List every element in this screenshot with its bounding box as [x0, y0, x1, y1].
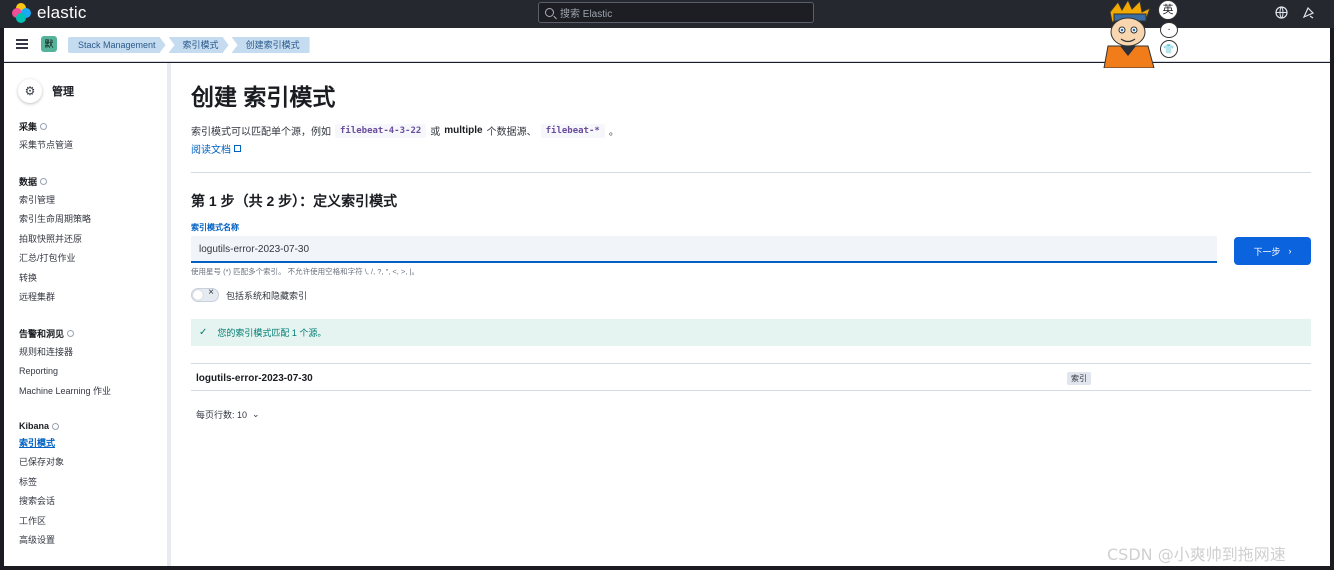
read-docs-link[interactable]: 阅读文档 [191, 141, 241, 156]
mascot-sticker-image: 英 · 👕 [1098, 0, 1180, 69]
sidebar-item-rollup-jobs[interactable]: 汇总/打包作业 [19, 252, 91, 271]
gear-icon: ⚙ [18, 79, 42, 103]
sidebar-group-kibana: Kibana 索引模式 已保存对象 标签 搜索会话 工作区 高级设置 [19, 421, 64, 553]
mascot-badge-mid: · [1160, 22, 1178, 38]
divider [191, 172, 1311, 173]
sidebar-header: ⚙ 管理 [18, 79, 74, 103]
table-row: logutils-error-2023-07-30 索引 [191, 364, 1311, 391]
space-avatar[interactable]: 默 [41, 36, 57, 52]
info-icon [52, 422, 60, 430]
input-help-text: 使用星号 (*) 匹配多个索引。 不允许使用空格和字符 \, /, ?, ", … [191, 267, 419, 276]
sidebar-title: 管理 [52, 86, 74, 98]
external-link-icon [234, 145, 241, 152]
main-content: 创建 索引模式 索引模式可以匹配单个源，例如 filebeat-4-3-22 或… [171, 63, 1330, 566]
sidebar-item-ingest-pipelines[interactable]: 采集节点管道 [19, 139, 73, 158]
management-sidebar: ⚙ 管理 采集 采集节点管道 数据 索引管理 索引生命周期策略 拍取快照并还原 … [4, 63, 167, 566]
sidebar-item-search-sessions[interactable]: 搜索会话 [19, 495, 64, 514]
help-globe-icon[interactable] [1274, 6, 1288, 20]
sidebar-group-heading: 数据 [19, 177, 38, 187]
breadcrumb: Stack Management 索引模式 创建索引模式 [68, 37, 313, 53]
index-name-cell: logutils-error-2023-07-30 [196, 373, 313, 384]
csdn-watermark: CSDN @小爽帅到拖网速 [1107, 545, 1286, 564]
sidebar-item-tags[interactable]: 标签 [19, 476, 64, 495]
sidebar-item-transforms[interactable]: 转换 [19, 272, 91, 291]
sidebar-item-ilm-policies[interactable]: 索引生命周期策略 [19, 213, 91, 232]
next-step-label: 下一步 [1253, 246, 1281, 257]
sidebar-group-ingest: 采集 采集节点管道 [19, 120, 73, 158]
info-icon [40, 123, 48, 130]
sidebar-item-reporting[interactable]: Reporting [19, 365, 111, 384]
desc-text: 索引模式可以匹配单个源，例如 [191, 127, 331, 138]
match-success-callout: ✓ 您的索引模式匹配 1 个源。 [191, 319, 1311, 346]
include-hidden-toggle-row: × 包括系统和隐藏索引 [191, 287, 308, 302]
example-code-multiple: filebeat-* [540, 123, 605, 138]
cross-icon: × [208, 287, 214, 298]
sidebar-group-heading: 告警和洞见 [19, 329, 65, 339]
sidebar-group-alerts: 告警和洞见 规则和连接器 Reporting Machine Learning … [19, 327, 111, 404]
info-icon [67, 330, 75, 337]
page-title: 创建 索引模式 [191, 84, 336, 110]
sidebar-item-advanced-settings[interactable]: 高级设置 [19, 534, 64, 553]
page-description: 索引模式可以匹配单个源，例如 filebeat-4-3-22 或 multipl… [191, 123, 619, 138]
desc-text: 。 [608, 127, 619, 138]
desc-text: 或 [430, 127, 441, 138]
index-type-badge: 索引 [1067, 372, 1091, 385]
breadcrumb-index-patterns[interactable]: 索引模式 [169, 37, 229, 53]
sidebar-item-snapshot-restore[interactable]: 拍取快照并还原 [19, 233, 91, 252]
check-icon: ✓ [199, 327, 208, 338]
step-title: 第 1 步（共 2 步）：定义索引模式 [191, 193, 398, 209]
sidebar-item-remote-clusters[interactable]: 远程集群 [19, 291, 91, 310]
elastic-logo-icon [12, 3, 32, 23]
index-pattern-name-label: 索引模式名称 [191, 223, 239, 232]
newsfeed-icon[interactable] [1301, 6, 1315, 20]
sidebar-item-index-patterns[interactable]: 索引模式 [19, 437, 64, 456]
info-icon [40, 178, 48, 185]
sidebar-group-data: 数据 索引管理 索引生命周期策略 拍取快照并还原 汇总/打包作业 转换 远程集群 [19, 175, 91, 310]
sidebar-item-spaces[interactable]: 工作区 [19, 515, 64, 534]
menu-toggle-icon[interactable] [16, 39, 28, 49]
callout-text: 您的索引模式匹配 1 个源。 [217, 328, 327, 338]
include-hidden-switch[interactable]: × [191, 287, 219, 302]
sidebar-item-rules-connectors[interactable]: 规则和连接器 [19, 346, 111, 365]
chevron-down-icon: ⌄ [252, 409, 260, 419]
sidebar-item-saved-objects[interactable]: 已保存对象 [19, 456, 64, 475]
brand-name: elastic [37, 3, 87, 22]
rows-per-page-selector[interactable]: 每页行数: 10 ⌄ [196, 408, 260, 421]
window-edge [1330, 28, 1334, 570]
global-search-input[interactable]: 搜索 Elastic [538, 2, 814, 23]
desc-bold: multiple [444, 125, 483, 136]
search-placeholder: 搜索 Elastic [560, 9, 613, 20]
include-hidden-label: 包括系统和隐藏索引 [226, 290, 308, 301]
rows-per-page-label: 每页行数: 10 [196, 410, 248, 420]
sidebar-group-heading: 采集 [19, 122, 38, 132]
chevron-right-icon: › [1288, 246, 1292, 256]
search-icon [545, 8, 554, 17]
index-pattern-name-input[interactable]: logutils-error-2023-07-30 [191, 236, 1217, 263]
breadcrumb-create-index-pattern: 创建索引模式 [231, 37, 310, 53]
sidebar-item-ml-jobs[interactable]: Machine Learning 作业 [19, 385, 111, 404]
mascot-badge-top: 英 [1158, 0, 1178, 20]
elastic-logo[interactable]: elastic [12, 3, 87, 23]
next-step-button[interactable]: 下一步 › [1234, 237, 1311, 265]
sidebar-group-heading: Kibana [19, 421, 50, 431]
breadcrumb-stack-management[interactable]: Stack Management [68, 37, 166, 53]
example-code-single: filebeat-4-3-22 [335, 123, 427, 138]
desc-text: 个数据源、 [486, 127, 537, 138]
read-docs-label: 阅读文档 [191, 145, 231, 156]
sidebar-item-index-management[interactable]: 索引管理 [19, 194, 91, 213]
switch-knob [193, 290, 203, 300]
mascot-badge-bottom: 👕 [1160, 40, 1178, 58]
